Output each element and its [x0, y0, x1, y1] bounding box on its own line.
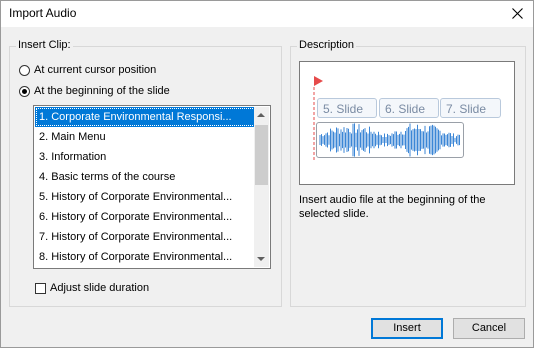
close-button[interactable]	[506, 4, 528, 24]
scroll-up-icon[interactable]	[257, 113, 265, 117]
description-text: Insert audio file at the beginning of th…	[299, 194, 486, 220]
slide-box: 7. Slide	[440, 98, 501, 118]
list-item[interactable]: 3. Information	[35, 147, 256, 167]
scroll-thumb[interactable]	[255, 125, 268, 185]
slide-list-items: 1. Corporate Environmental Responsi... 2…	[35, 107, 256, 267]
slide-box: 5. Slide	[317, 98, 377, 118]
description-preview: 5. Slide 6. Slide 7. Slide	[299, 61, 515, 185]
insert-button[interactable]: Insert	[371, 318, 443, 339]
list-item[interactable]: 1. Corporate Environmental Responsi...	[35, 107, 256, 127]
radio-button-checked[interactable]	[19, 85, 30, 97]
list-item[interactable]: 8. History of Corporate Environmental...	[35, 247, 256, 267]
list-scrollbar[interactable]	[254, 107, 269, 267]
description-label: Description	[297, 39, 357, 51]
radio-label: At the beginning of the slide	[34, 85, 170, 97]
close-icon	[511, 8, 523, 19]
list-item[interactable]: 5. History of Corporate Environmental...	[35, 187, 256, 207]
scroll-down-icon[interactable]	[257, 257, 265, 261]
list-item[interactable]: 6. History of Corporate Environmental...	[35, 207, 256, 227]
radio-button[interactable]	[19, 64, 30, 76]
audio-clip	[316, 122, 464, 158]
adjust-slide-duration-label: Adjust slide duration	[50, 282, 150, 294]
radio-beginning-of-slide[interactable]: At the beginning of the slide	[19, 85, 170, 97]
list-item[interactable]: 4. Basic terms of the course	[35, 167, 256, 187]
cancel-button[interactable]: Cancel	[453, 318, 525, 339]
waveform-icon	[319, 123, 460, 157]
slide-box: 6. Slide	[379, 98, 439, 118]
insert-clip-label: Insert Clip:	[16, 39, 73, 51]
import-audio-dialog: Import Audio Insert Clip: At current cur…	[0, 0, 534, 348]
dialog-title: Import Audio	[9, 6, 77, 20]
radio-cursor-position[interactable]: At current cursor position	[19, 64, 156, 76]
slide-list[interactable]: 1. Corporate Environmental Responsi... 2…	[33, 105, 271, 269]
title-bar: Import Audio	[1, 1, 533, 27]
list-item[interactable]: 2. Main Menu	[35, 127, 256, 147]
adjust-slide-duration-checkbox[interactable]	[35, 282, 46, 294]
radio-label: At current cursor position	[34, 64, 157, 76]
adjust-slide-duration[interactable]: Adjust slide duration	[35, 282, 149, 294]
list-item[interactable]: 7. History of Corporate Environmental...	[35, 227, 256, 247]
